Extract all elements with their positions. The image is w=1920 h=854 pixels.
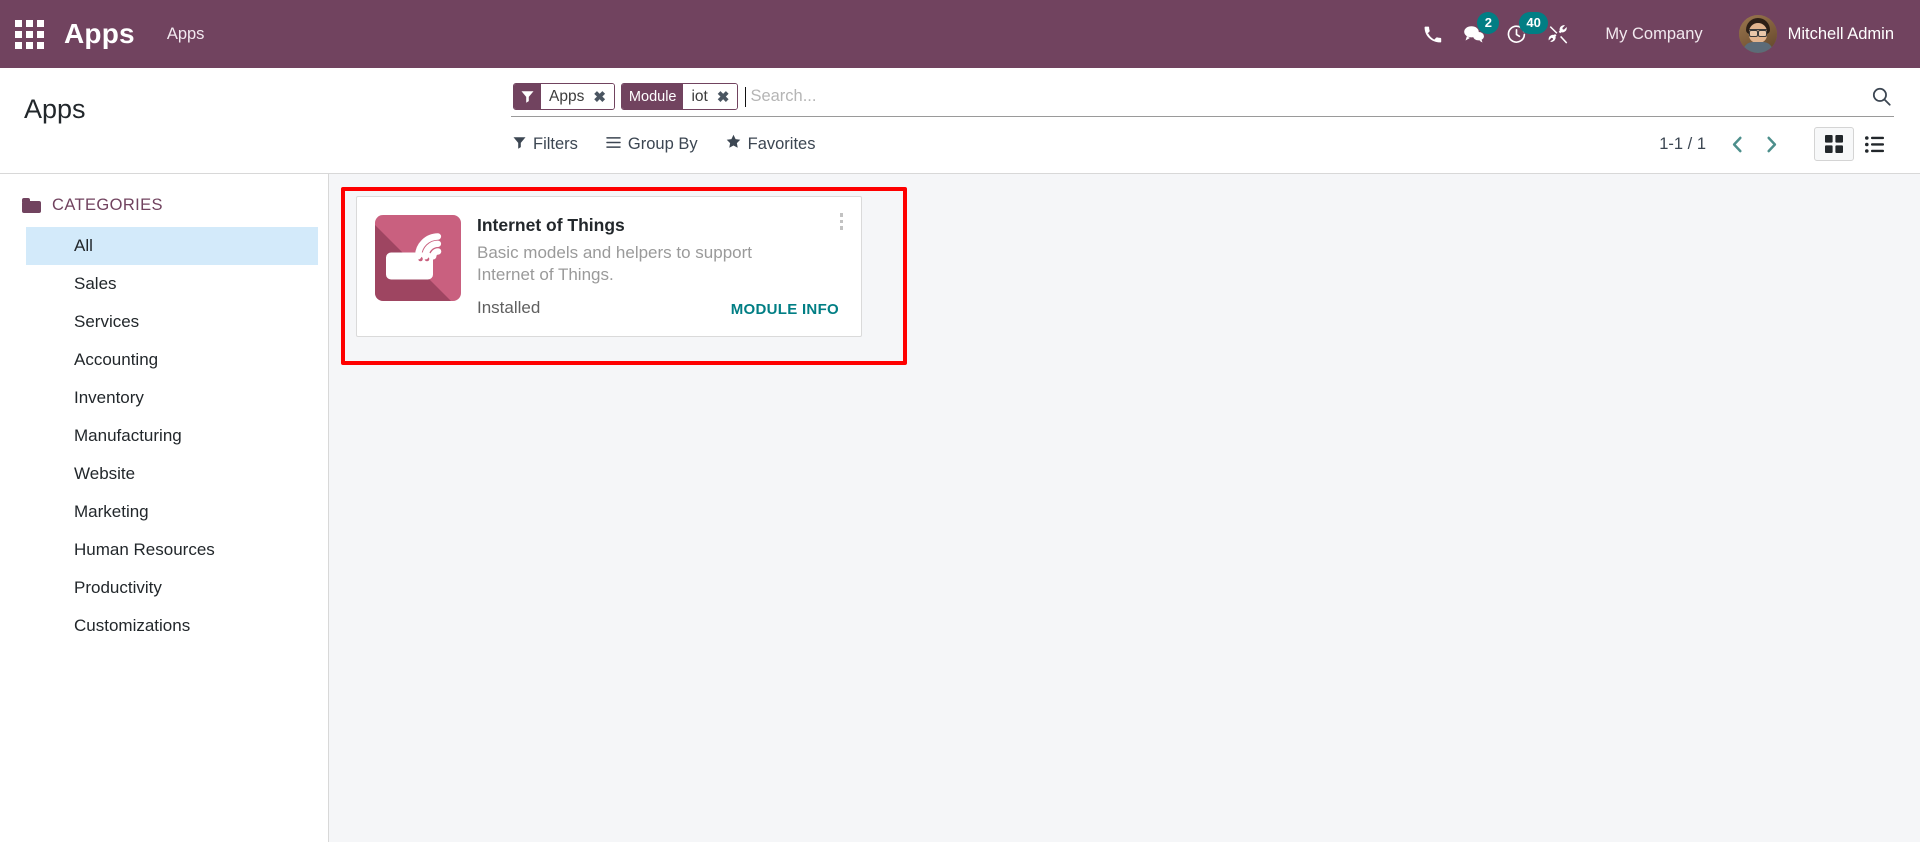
search-facet-module-value: iot xyxy=(683,84,715,109)
control-panel: Apps Apps ✖ Module iot ✖ Search... Filte… xyxy=(0,68,1920,174)
search-input[interactable] xyxy=(750,87,1861,106)
app-card-footer: Installed MODULE INFO xyxy=(477,298,845,318)
search-facet-module[interactable]: Module iot ✖ xyxy=(620,83,739,110)
navbar-user-menu[interactable]: Mitchell Admin xyxy=(1719,15,1894,53)
search-view: Apps ✖ Module iot ✖ xyxy=(511,82,1894,117)
view-switcher xyxy=(1814,127,1894,161)
chevron-left-icon[interactable] xyxy=(1720,129,1754,159)
navbar-menu-apps[interactable]: Apps xyxy=(145,25,227,44)
group-by-dropdown[interactable]: Group By xyxy=(606,135,698,154)
sidebar-item-accounting[interactable]: Accounting xyxy=(26,341,318,379)
sidebar-item-all[interactable]: All xyxy=(26,227,318,265)
text-cursor xyxy=(745,86,747,107)
control-panel-right: Apps ✖ Module iot ✖ Search... Filters Gr… xyxy=(511,82,1894,173)
search-icon[interactable] xyxy=(1861,86,1894,107)
control-panel-top-row: Apps Apps ✖ Module iot ✖ Search... Filte… xyxy=(0,68,1894,173)
app-card-internet-of-things[interactable]: Internet of Things Basic models and help… xyxy=(356,196,862,338)
navbar-brand[interactable]: Apps xyxy=(58,18,145,50)
kanban-content-area: Internet of Things Basic models and help… xyxy=(329,174,1920,842)
developer-tools-icon[interactable] xyxy=(1537,0,1579,68)
kebab-menu-icon[interactable] xyxy=(836,209,848,234)
favorites-dropdown[interactable]: Favorites xyxy=(726,134,816,154)
navbar-user-name: Mitchell Admin xyxy=(1787,24,1894,43)
pager-and-views: 1-1 / 1 xyxy=(1659,127,1894,161)
main-area: CATEGORIES All Sales Services Accounting… xyxy=(0,174,1920,842)
avatar xyxy=(1738,15,1777,53)
module-info-button[interactable]: MODULE INFO xyxy=(731,301,845,318)
search-dropdowns: Filters Group By Favorites xyxy=(511,134,815,154)
messages-icon[interactable]: 2 xyxy=(1453,0,1500,68)
category-list: All Sales Services Accounting Inventory … xyxy=(0,227,328,645)
app-card-title: Internet of Things xyxy=(477,215,625,235)
search-facet-module-label: Module xyxy=(621,84,684,109)
sidebar-item-sales[interactable]: Sales xyxy=(26,265,318,303)
filters-dropdown[interactable]: Filters xyxy=(513,135,578,154)
group-by-label: Group By xyxy=(627,134,698,153)
sidebar-item-customizations[interactable]: Customizations xyxy=(26,607,318,645)
sidebar-item-human-resources[interactable]: Human Resources xyxy=(26,531,318,569)
filters-label: Filters xyxy=(533,134,578,153)
sidebar-item-marketing[interactable]: Marketing xyxy=(26,493,318,531)
search-facet-module-remove[interactable]: ✖ xyxy=(714,84,738,109)
phone-icon[interactable] xyxy=(1411,0,1453,68)
apps-grid-icon[interactable] xyxy=(0,0,58,68)
filter-funnel-icon xyxy=(513,135,526,154)
star-icon xyxy=(726,134,741,154)
internet-of-things-app-icon xyxy=(375,215,461,301)
filter-funnel-icon xyxy=(514,84,541,109)
search-facet-apps-remove[interactable]: ✖ xyxy=(591,84,614,109)
sidebar-header-label: CATEGORIES xyxy=(52,196,163,214)
list-icon[interactable] xyxy=(1854,127,1894,161)
search-input-wrap xyxy=(744,86,1861,107)
sidebar-item-website[interactable]: Website xyxy=(26,455,318,493)
folder-icon xyxy=(22,198,41,213)
sidebar-header: CATEGORIES xyxy=(0,196,328,227)
kanban-grid: Internet of Things Basic models and help… xyxy=(329,174,1920,338)
search-facets: Apps ✖ Module iot ✖ xyxy=(511,83,744,110)
app-card-state: Installed xyxy=(477,298,541,318)
activities-clock-icon[interactable]: 40 xyxy=(1495,0,1548,68)
control-panel-bottom-row: Filters Group By Favorites 1-1 / 1 xyxy=(511,117,1894,173)
categories-sidebar: CATEGORIES All Sales Services Accounting… xyxy=(0,174,329,842)
app-card-description: Basic models and helpers to support Inte… xyxy=(477,242,752,284)
group-by-lines-icon xyxy=(606,135,621,154)
page-title: Apps xyxy=(24,94,86,124)
favorites-label: Favorites xyxy=(747,134,816,153)
apps-grid-dots xyxy=(14,19,44,49)
pager-value: 1-1 / 1 xyxy=(1659,134,1706,153)
navbar-company[interactable]: My Company xyxy=(1579,25,1718,44)
sidebar-item-productivity[interactable]: Productivity xyxy=(26,569,318,607)
app-card-body: Internet of Things Basic models and help… xyxy=(461,215,845,318)
top-navbar: Apps Apps 2 40 My Company Mitchell Admin xyxy=(0,0,1920,68)
kanban-grid-icon[interactable] xyxy=(1814,127,1854,161)
sidebar-item-manufacturing[interactable]: Manufacturing xyxy=(26,417,318,455)
search-facet-apps[interactable]: Apps ✖ xyxy=(513,83,615,110)
sidebar-item-services[interactable]: Services xyxy=(26,303,318,341)
chevron-right-icon[interactable] xyxy=(1754,129,1788,159)
search-facet-apps-value: Apps xyxy=(541,84,592,109)
sidebar-item-inventory[interactable]: Inventory xyxy=(26,379,318,417)
